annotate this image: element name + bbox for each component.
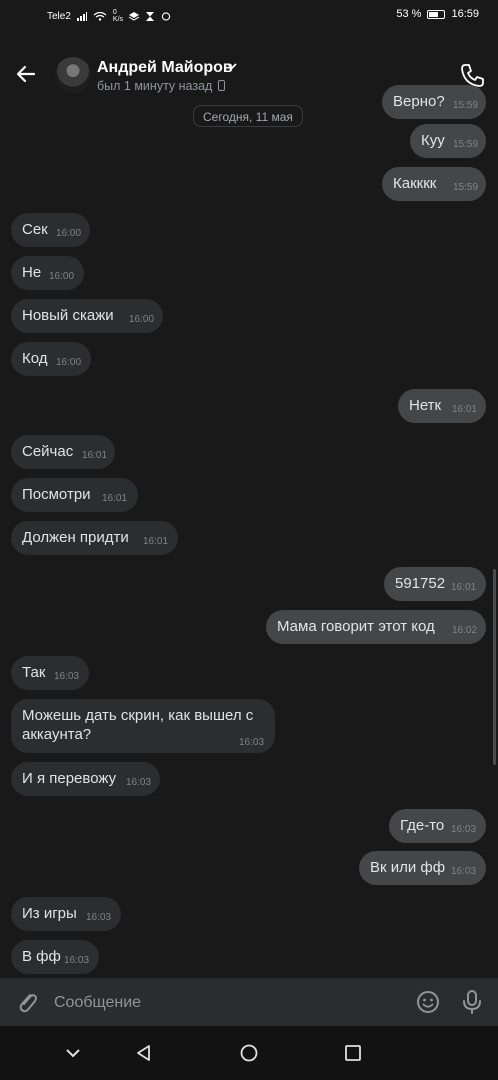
message-text: Верно? xyxy=(393,93,445,110)
notification-icon xyxy=(129,11,140,21)
message-text: Должен придти xyxy=(22,529,129,546)
message-bubble-out[interactable]: 591752 16:01 xyxy=(384,567,486,601)
message-input[interactable] xyxy=(52,988,356,1018)
clock: 16:59 xyxy=(451,8,479,20)
message-text: Нетк xyxy=(409,397,442,414)
message-time: 16:01 xyxy=(452,404,478,415)
message-text: Посмотри xyxy=(22,486,91,503)
message-text: Не xyxy=(22,264,42,281)
whatsapp-icon xyxy=(161,11,171,21)
message-time: 16:03 xyxy=(451,866,477,877)
message-time: 16:00 xyxy=(56,228,82,239)
message-text: Мама говорит этот код xyxy=(277,618,435,635)
chevron-down-icon[interactable] xyxy=(226,60,238,72)
system-navigation-bar xyxy=(0,1026,498,1080)
battery-percent: 53 % xyxy=(396,8,422,20)
message-time: 15:59 xyxy=(453,100,479,111)
message-time: 16:03 xyxy=(86,912,112,923)
nav-hide-icon[interactable] xyxy=(63,1043,83,1063)
message-bubble-in[interactable]: Посмотри 16:01 xyxy=(11,478,138,512)
message-time: 15:59 xyxy=(453,139,479,150)
message-time: 16:01 xyxy=(102,493,128,504)
message-time: 16:01 xyxy=(143,536,169,547)
message-bubble-in[interactable]: Сейчас 16:01 xyxy=(11,435,115,469)
message-time: 16:00 xyxy=(56,357,82,368)
message-time: 16:01 xyxy=(451,582,477,593)
message-bubble-out[interactable]: Верно? 15:59 xyxy=(382,85,486,119)
emoji-icon[interactable] xyxy=(416,990,440,1014)
message-time: 16:03 xyxy=(64,955,90,966)
message-bubble-in[interactable]: Из игры 16:03 xyxy=(11,897,121,931)
nav-back-icon[interactable] xyxy=(134,1043,154,1063)
message-text: Можешь дать скрин, как вышел с аккаунта? xyxy=(22,707,254,743)
wifi-icon xyxy=(93,11,107,21)
message-time: 16:01 xyxy=(82,450,108,461)
last-seen-status: был 1 минуту назад xyxy=(97,79,213,93)
hourglass-icon xyxy=(146,11,155,21)
message-bubble-in[interactable]: И я перевожу 16:03 xyxy=(11,762,160,796)
message-bubble-in[interactable]: Не 16:00 xyxy=(11,256,84,290)
mobile-device-icon xyxy=(218,80,225,91)
nav-home-icon[interactable] xyxy=(239,1043,259,1063)
network-speed: 0 K/s xyxy=(112,9,124,23)
message-bubble-in[interactable]: Можешь дать скрин, как вышел с аккаунта?… xyxy=(11,699,275,753)
battery-icon xyxy=(427,9,446,19)
message-bubble-out[interactable]: Где-то 16:03 xyxy=(389,809,486,843)
message-text: 591752 xyxy=(395,575,446,592)
message-composer xyxy=(0,978,498,1026)
signal-icon xyxy=(76,11,87,21)
message-text: В фф xyxy=(22,948,61,965)
message-time: 16:00 xyxy=(49,271,75,282)
message-time: 16:03 xyxy=(126,777,152,788)
contact-name[interactable]: Андрей Майоров xyxy=(97,59,233,77)
message-time: 16:00 xyxy=(129,314,155,325)
message-bubble-in[interactable]: Код 16:00 xyxy=(11,342,91,376)
message-time: 16:03 xyxy=(451,824,477,835)
message-text: И я перевожу xyxy=(22,770,117,787)
message-bubble-out[interactable]: Нетк 16:01 xyxy=(398,389,486,423)
nav-recents-icon[interactable] xyxy=(343,1043,363,1063)
message-bubble-out[interactable]: Куу 15:59 xyxy=(410,124,486,158)
carrier-label: Tele2 xyxy=(47,10,71,22)
message-text: Сейчас xyxy=(22,443,74,460)
paperclip-icon[interactable] xyxy=(14,989,40,1015)
message-bubble-in[interactable]: В фф 16:03 xyxy=(11,940,99,974)
message-text: Какккк xyxy=(393,175,437,192)
message-bubble-out[interactable]: Мама говорит этот код 16:02 xyxy=(266,610,486,644)
microphone-icon[interactable] xyxy=(461,989,483,1015)
message-text: Код xyxy=(22,350,48,367)
message-bubble-in[interactable]: Так 16:03 xyxy=(11,656,89,690)
status-bar: Tele2 0 K/s 53 % 16:59 xyxy=(0,0,498,32)
message-text: Вк или фф xyxy=(370,859,446,876)
message-bubble-out[interactable]: Какккк 15:59 xyxy=(382,167,486,201)
back-arrow-icon[interactable] xyxy=(12,60,40,88)
message-bubble-in[interactable]: Сек 16:00 xyxy=(11,213,90,247)
chat-scrollbar[interactable] xyxy=(493,569,496,765)
date-separator: Сегодня, 11 мая xyxy=(193,105,303,127)
message-time: 16:03 xyxy=(54,671,80,682)
message-bubble-in[interactable]: Новый скажи 16:00 xyxy=(11,299,163,333)
message-bubble-out[interactable]: Вк или фф 16:03 xyxy=(359,851,486,885)
message-text: Новый скажи xyxy=(22,307,114,324)
message-text: Сек xyxy=(22,221,48,238)
message-text: Где-то xyxy=(400,817,445,834)
contact-avatar[interactable] xyxy=(55,57,91,93)
message-bubble-in[interactable]: Должен придти 16:01 xyxy=(11,521,178,555)
message-text: Так xyxy=(22,664,46,681)
message-time: 15:59 xyxy=(453,182,479,193)
message-time: 16:02 xyxy=(452,625,478,636)
message-text: Куу xyxy=(421,132,445,149)
message-text: Из игры xyxy=(22,905,77,922)
message-time: 16:03 xyxy=(239,737,265,748)
